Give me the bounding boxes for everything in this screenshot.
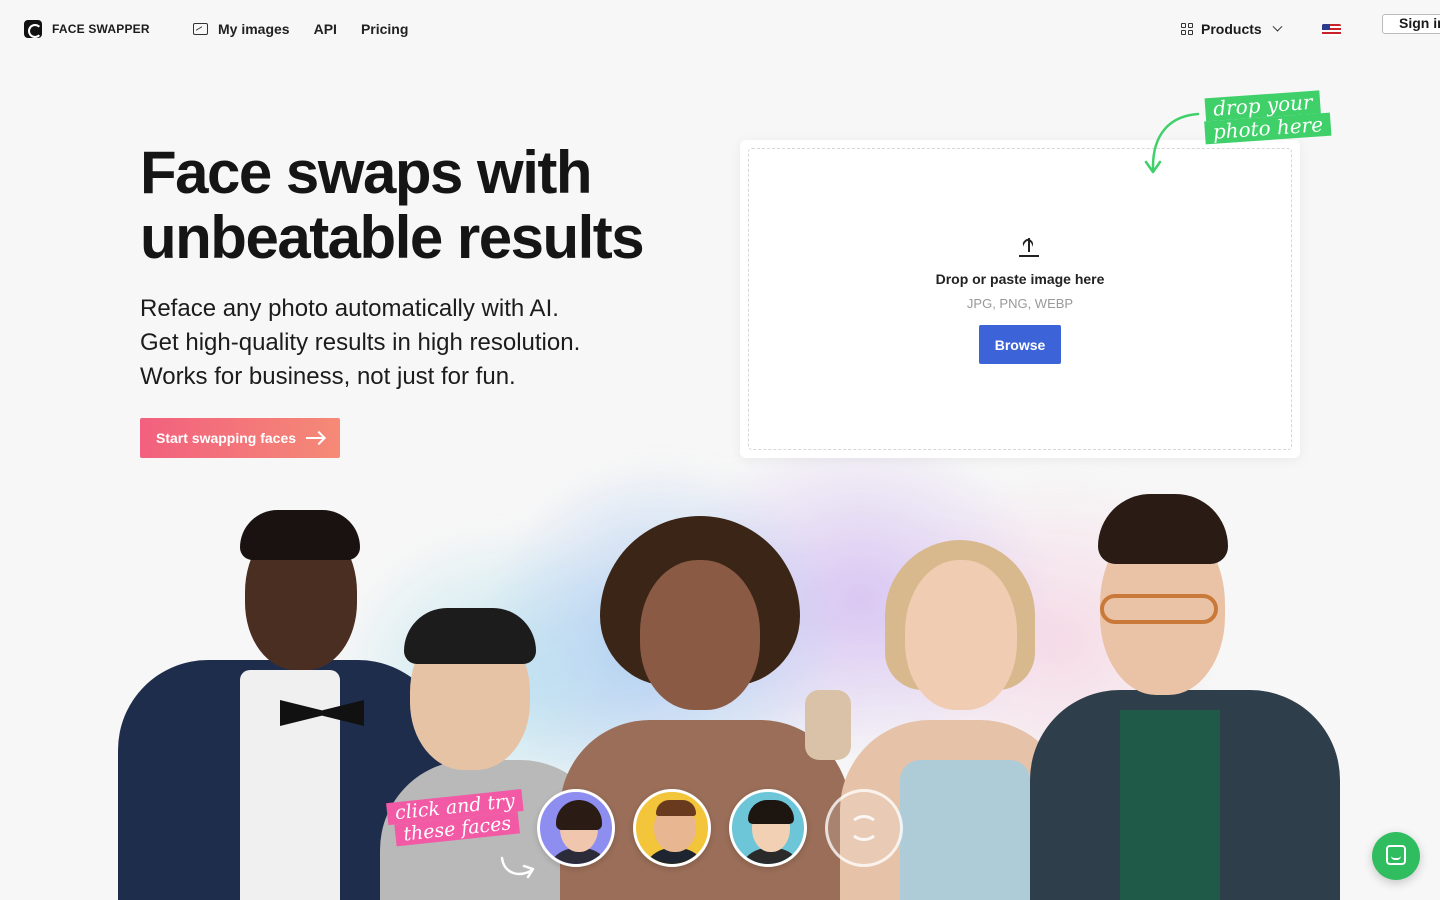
chevron-down-icon xyxy=(1272,21,1283,32)
arrow-right-icon xyxy=(306,437,325,439)
products-label: Products xyxy=(1201,21,1262,37)
hero-title-line1: Face swaps with xyxy=(140,139,593,206)
dropzone-formats: JPG, PNG, WEBP xyxy=(966,296,1074,311)
chat-icon xyxy=(1386,845,1406,865)
hero-sub-line3: Works for business, not just for fun. xyxy=(140,363,516,390)
dropzone-title: Drop or paste image here xyxy=(935,271,1105,287)
swap-face-button[interactable] xyxy=(825,789,903,867)
nav-link-my-images[interactable]: My images xyxy=(193,21,290,37)
nav-link-api[interactable]: API xyxy=(314,21,337,37)
hero-subtitle: Reface any photo automatically with AI. … xyxy=(140,292,580,394)
hero-sub-line2: Get high-quality results in high resolut… xyxy=(140,329,581,356)
brand-name: FACE SWAPPER xyxy=(52,22,150,36)
logo-icon xyxy=(24,20,42,38)
start-swapping-button[interactable]: Start swapping faces xyxy=(140,418,340,458)
hero-title: Face swaps with unbeatable results xyxy=(140,140,700,270)
products-dropdown[interactable]: Products xyxy=(1181,21,1283,37)
image-icon xyxy=(193,23,208,35)
brand-logo[interactable]: FACE SWAPPER xyxy=(24,20,150,38)
browse-button[interactable]: Browse xyxy=(979,325,1061,364)
face-option-3[interactable] xyxy=(729,789,807,867)
drop-photo-sticker: drop your photo here xyxy=(1204,90,1332,145)
face-option-2[interactable] xyxy=(633,789,711,867)
nav-link-pricing[interactable]: Pricing xyxy=(361,21,408,37)
hero-title-line2: unbeatable results xyxy=(140,204,645,271)
grid-icon xyxy=(1181,23,1193,35)
nav-link-label: My images xyxy=(218,21,290,37)
hero-sub-line1: Reface any photo automatically with AI. xyxy=(140,295,559,322)
nav-links: My images API Pricing xyxy=(193,21,408,37)
cta-label: Start swapping faces xyxy=(156,430,297,446)
upload-card: Drop or paste image here JPG, PNG, WEBP … xyxy=(740,140,1300,458)
image-dropzone[interactable]: Drop or paste image here JPG, PNG, WEBP … xyxy=(748,148,1292,450)
upload-icon xyxy=(1019,236,1039,257)
curved-arrow-icon xyxy=(1144,112,1200,174)
swap-icon xyxy=(849,815,879,841)
us-flag-icon[interactable] xyxy=(1322,24,1341,36)
curved-arrow-right-icon xyxy=(500,856,535,879)
top-nav: FACE SWAPPER My images API Pricing Produ… xyxy=(0,0,1440,60)
chat-support-button[interactable] xyxy=(1372,832,1420,880)
sign-in-button[interactable]: Sign in xyxy=(1382,14,1440,34)
face-option-1[interactable] xyxy=(537,789,615,867)
